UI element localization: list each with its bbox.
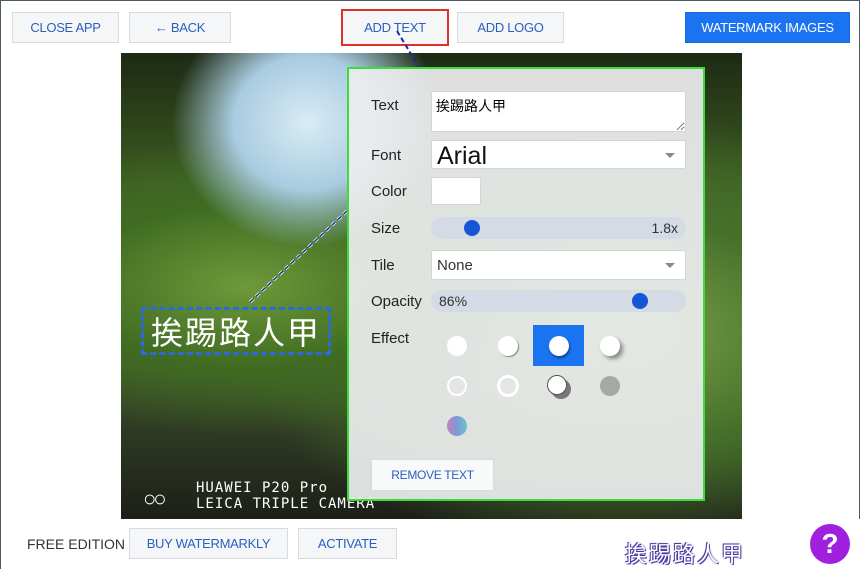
effect-shadow[interactable] — [549, 336, 569, 356]
chevron-down-icon — [665, 263, 675, 273]
size-slider[interactable]: 1.8x — [431, 217, 686, 239]
effect-none[interactable] — [447, 336, 467, 356]
font-select[interactable]: Arial — [431, 140, 686, 170]
site-logo-text: 挨踢路人甲 — [625, 543, 746, 568]
size-slider-knob[interactable] — [464, 220, 481, 236]
tile-label: Tile — [371, 257, 395, 274]
effect-outline-thin[interactable] — [447, 376, 467, 396]
effect-outline-thick[interactable] — [497, 375, 519, 397]
effect-label: Effect — [371, 330, 410, 347]
buy-watermarkly-button[interactable]: BUY WATERMARKLY — [129, 528, 288, 559]
text-input[interactable]: 挨踢路人甲 — [431, 91, 686, 132]
footer-bar: FREE EDITION BUY WATERMARKLY ACTIVATE 挨踢… — [1, 519, 860, 570]
text-label: Text — [371, 97, 399, 114]
tile-select[interactable]: None — [431, 250, 686, 280]
font-label: Font — [371, 147, 402, 164]
opacity-label: Opacity — [371, 293, 422, 310]
activate-button[interactable]: ACTIVATE — [298, 528, 397, 559]
remove-text-button[interactable]: REMOVE TEXT — [371, 459, 494, 491]
edition-label: FREE EDITION — [27, 536, 126, 552]
font-value: Arial — [437, 142, 488, 170]
color-swatch[interactable] — [431, 177, 481, 205]
opacity-slider-knob[interactable] — [632, 293, 649, 309]
help-button[interactable]: ? — [810, 524, 850, 564]
effect-gray[interactable] — [600, 376, 620, 396]
chevron-down-icon — [665, 153, 675, 163]
opacity-slider[interactable]: 86% — [431, 290, 686, 312]
effect-3d[interactable] — [547, 375, 567, 395]
effect-shadow-light[interactable] — [498, 336, 518, 356]
color-label: Color — [371, 183, 407, 200]
text-settings-panel: Text 挨踢路人甲 Font Arial Color Size 1.8x Ti… — [347, 67, 705, 501]
effect-shadow-far[interactable] — [600, 336, 620, 356]
opacity-value: 86% — [439, 293, 468, 309]
tile-value: None — [437, 257, 473, 274]
size-label: Size — [371, 220, 401, 237]
effect-gradient[interactable] — [447, 416, 467, 436]
size-value: 1.8x — [651, 220, 678, 236]
